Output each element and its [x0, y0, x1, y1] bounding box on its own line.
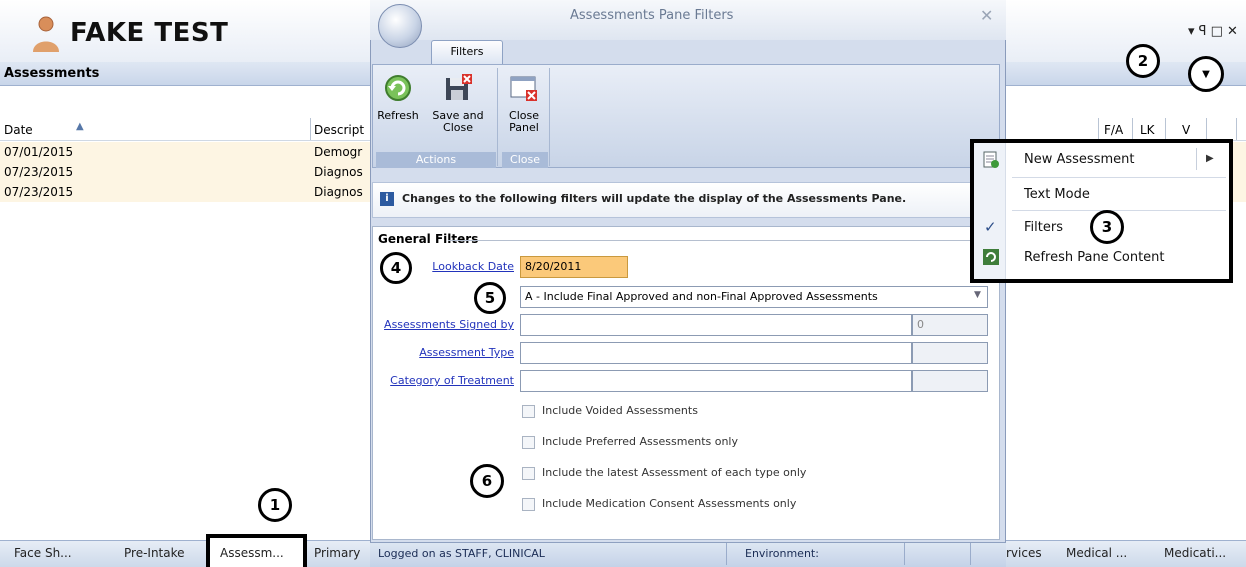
column-date[interactable]: Date	[4, 123, 33, 137]
column-divider	[1132, 118, 1133, 140]
row-description: Diagnos	[314, 165, 363, 179]
tab-face-sheet[interactable]: Face Sh...	[14, 546, 72, 560]
close-panel-button[interactable]: Close Panel	[498, 72, 550, 134]
signed-by-count: 0	[912, 314, 988, 336]
medication-consent-checkbox[interactable]	[522, 498, 535, 511]
callout-3: 3	[1090, 210, 1124, 244]
signed-by-input[interactable]	[520, 314, 912, 336]
info-icon: i	[380, 192, 394, 206]
row-date: 07/23/2015	[4, 185, 74, 199]
callout-2: 2	[1126, 44, 1160, 78]
preferred-label: Include Preferred Assessments only	[542, 435, 739, 448]
column-v[interactable]: V	[1182, 123, 1190, 137]
close-panel-label-line2: Panel	[509, 121, 539, 134]
submenu-divider	[1196, 148, 1197, 170]
general-filters-title: General Filters	[378, 232, 479, 246]
callout-6: 6	[470, 464, 504, 498]
callout-4: 4	[380, 252, 412, 284]
logged-on-text: Logged on as STAFF, CLINICAL	[378, 547, 545, 560]
tab-assessments[interactable]: Assessm...	[220, 546, 284, 560]
menu-separator	[1012, 177, 1226, 178]
row-date: 07/23/2015	[4, 165, 74, 179]
new-assessment-icon	[983, 151, 999, 168]
column-lk[interactable]: LK	[1140, 123, 1155, 137]
voided-label: Include Voided Assessments	[542, 404, 698, 417]
assessment-type-code	[912, 342, 988, 364]
tab-medical[interactable]: Medical ...	[1066, 546, 1127, 560]
category-code	[912, 370, 988, 392]
refresh-pane-icon	[983, 249, 999, 265]
chevron-down-icon[interactable]: ▼	[974, 290, 981, 300]
divider	[448, 240, 993, 241]
assessment-type-input[interactable]	[520, 342, 912, 364]
tab-primary[interactable]: Primary	[314, 546, 360, 560]
submenu-arrow-icon: ▶	[1206, 153, 1214, 164]
window-controls[interactable]: ▾ ꟼ □ ✕	[1188, 24, 1238, 39]
row-description: Demogr	[314, 145, 363, 159]
latest-label: Include the latest Assessment of each ty…	[542, 466, 807, 479]
latest-checkbox[interactable]	[522, 467, 535, 480]
row-date: 07/01/2015	[4, 145, 74, 159]
approval-select[interactable]: A - Include Final Approved and non-Final…	[520, 286, 988, 308]
assessments-title: Assessments	[4, 66, 100, 81]
refresh-button[interactable]: Refresh	[372, 72, 424, 122]
menu-item-filters[interactable]: Filters	[1024, 220, 1063, 235]
category-input[interactable]	[520, 370, 912, 392]
voided-checkbox[interactable]	[522, 405, 535, 418]
column-divider	[1165, 118, 1166, 140]
column-description[interactable]: Descript	[314, 123, 364, 137]
group-label-actions: Actions	[376, 152, 496, 168]
preferred-checkbox[interactable]	[522, 436, 535, 449]
signed-by-link[interactable]: Assessments Signed by	[370, 318, 514, 331]
close-panel-icon	[510, 76, 537, 101]
save-label-line2: Close	[443, 121, 473, 134]
row-description: Diagnos	[314, 185, 363, 199]
column-divider	[310, 118, 311, 140]
status-divider	[904, 543, 905, 565]
save-and-close-button[interactable]: Save and Close	[428, 72, 488, 134]
column-divider	[1206, 118, 1207, 140]
tab-medications[interactable]: Medicati...	[1164, 546, 1226, 560]
tab-filters[interactable]: Filters	[431, 40, 503, 64]
callout-5: 5	[474, 282, 506, 314]
dropdown-arrow-icon[interactable]: ▼	[1188, 56, 1224, 92]
patient-name: FAKE TEST	[70, 18, 229, 48]
category-link[interactable]: Category of Treatment	[370, 374, 514, 387]
refresh-label: Refresh	[377, 109, 419, 122]
column-divider	[1236, 118, 1237, 140]
application-orb-icon[interactable]	[378, 4, 422, 48]
info-text: Changes to the following filters will up…	[402, 192, 907, 205]
sort-ascending-icon: ▲	[76, 121, 84, 132]
menu-item-new-assessment[interactable]: New Assessment	[1024, 152, 1134, 167]
menu-item-text-mode[interactable]: Text Mode	[1024, 187, 1090, 202]
menu-separator	[1012, 210, 1226, 211]
environment-label: Environment:	[745, 547, 819, 560]
menu-item-refresh-pane[interactable]: Refresh Pane Content	[1024, 250, 1165, 265]
save-icon	[446, 74, 472, 100]
checkmark-icon: ✓	[984, 218, 997, 236]
callout-1: 1	[258, 488, 292, 522]
tab-services[interactable]: rvices	[1006, 546, 1042, 560]
column-fa[interactable]: F/A	[1104, 123, 1123, 137]
medication-consent-label: Include Medication Consent Assessments o…	[542, 497, 797, 510]
close-icon[interactable]: ✕	[980, 6, 993, 25]
status-divider	[970, 543, 971, 565]
patient-icon	[33, 16, 59, 52]
tab-pre-intake[interactable]: Pre-Intake	[124, 546, 185, 560]
column-divider	[1098, 118, 1099, 140]
refresh-icon	[385, 75, 411, 101]
status-divider	[726, 543, 727, 565]
lookback-date-input[interactable]: 8/20/2011	[520, 256, 628, 278]
group-label-close: Close	[502, 152, 548, 168]
assessment-type-link[interactable]: Assessment Type	[370, 346, 514, 359]
dialog-title: Assessments Pane Filters	[570, 8, 734, 23]
